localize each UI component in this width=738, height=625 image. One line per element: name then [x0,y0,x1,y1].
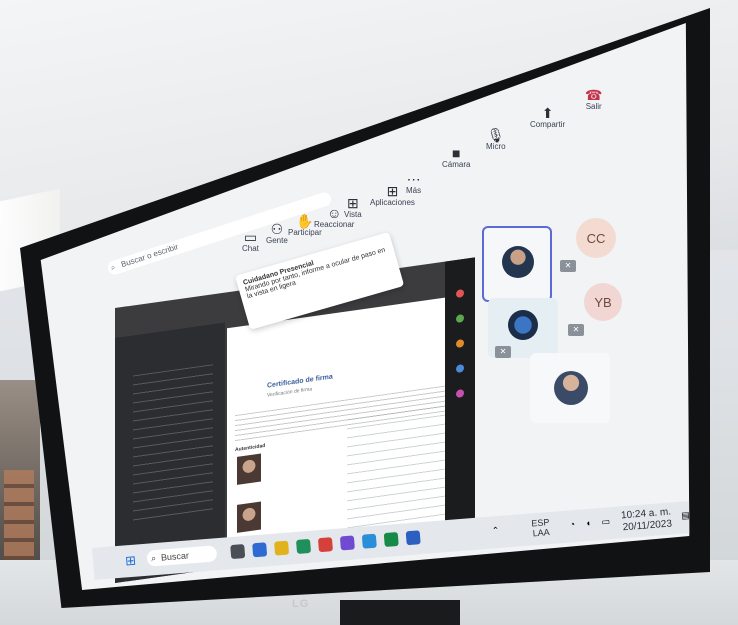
participant-tile-active[interactable] [482,226,552,302]
grid-icon: ⊞ [346,195,359,211]
taskview-icon[interactable] [230,544,246,560]
battery-icon[interactable]: ▭ [601,516,610,528]
sidebar-app-icon[interactable] [456,363,464,374]
monitor-screen: ◉ Microsoft W ◉ 2024-SC-20 ◉ Calendario … [40,23,690,590]
participant-avatar [502,246,534,278]
chat-button[interactable]: ▭ Chat [242,230,259,253]
excel-icon[interactable] [383,531,399,548]
more-button[interactable]: ⋯ Más [406,172,421,195]
taskbar-clock[interactable]: 10:24 a. m. 20/11/2023 [621,506,673,534]
hand-icon: ✋ [296,213,314,229]
language-indicator[interactable]: ESP LAA [531,517,551,538]
screen-share-avatar [508,310,538,340]
monitor-brand-logo: LG [292,598,310,610]
participant-avatar-initials: CC [576,218,616,258]
taskbar-search[interactable]: ⌕ Buscar [146,545,218,567]
app-icon[interactable] [317,537,333,553]
monitor: ◉ Microsoft W ◉ 2024-SC-20 ◉ Calendario … [20,8,710,608]
shared-document: Certificado de firma Verificación de fir… [227,294,467,554]
search-icon: ⌕ [109,262,117,273]
signer-photo-1 [237,453,261,485]
share-button[interactable]: ⬆ Compartir [530,106,565,129]
chevron-up-icon[interactable]: ⌃ [491,525,499,537]
participant-avatar [554,371,588,405]
muted-icon: ✕ [495,346,511,358]
sidebar-app-icon[interactable] [456,338,464,349]
sidebar-app-icon[interactable] [456,388,464,399]
app-icon[interactable] [252,542,268,558]
document-table [347,403,457,530]
camera-button[interactable]: ■ Cámara [442,146,470,169]
muted-icon: ✕ [568,324,584,336]
volume-icon[interactable]: ◖ [585,518,591,528]
app-icon[interactable] [361,533,377,549]
windows-start-icon[interactable]: ⊞ [125,553,137,570]
share-icon: ⬆ [541,105,554,121]
notification-icon[interactable]: ▤ [681,510,689,522]
wifi-icon[interactable]: ◔ [569,519,575,529]
people-icon: ⚇ [270,221,284,237]
more-icon: ⋯ [406,171,421,187]
people-button[interactable]: ⚇ Gente [266,222,288,245]
folder-icon[interactable] [274,540,290,556]
smiley-icon: ☺ [327,205,342,221]
chat-icon: ▭ [243,229,258,245]
participant-avatar-initials: YB [584,283,622,321]
muted-icon: ✕ [560,260,576,272]
apps-icon: ⊞ [386,183,399,199]
panel-text-lines [133,364,213,526]
document-section: Autenticidad [235,442,266,454]
view-button[interactable]: ⊞ Vista [344,196,362,219]
app-icon[interactable] [295,538,312,554]
monitor-stand [340,600,460,625]
app-sidebar [445,257,475,537]
signer-photo-2 [237,501,261,533]
teams-icon[interactable] [339,535,355,551]
microphone-icon: 🎙 [486,127,505,143]
phone-hangup-icon: ☎ [585,87,603,103]
mic-button[interactable]: 🎙 Micro [486,128,506,151]
leave-button[interactable]: ☎ Salir [585,88,602,111]
screen-content: ◉ Microsoft W ◉ 2024-SC-20 ◉ Calendario … [41,23,690,590]
word-icon[interactable] [405,530,421,546]
participant-tile[interactable] [530,353,610,423]
search-icon: ⌕ [150,553,157,564]
sidebar-app-icon[interactable] [456,288,464,299]
camera-icon: ■ [451,145,461,161]
sidebar-app-icon[interactable] [456,313,464,324]
